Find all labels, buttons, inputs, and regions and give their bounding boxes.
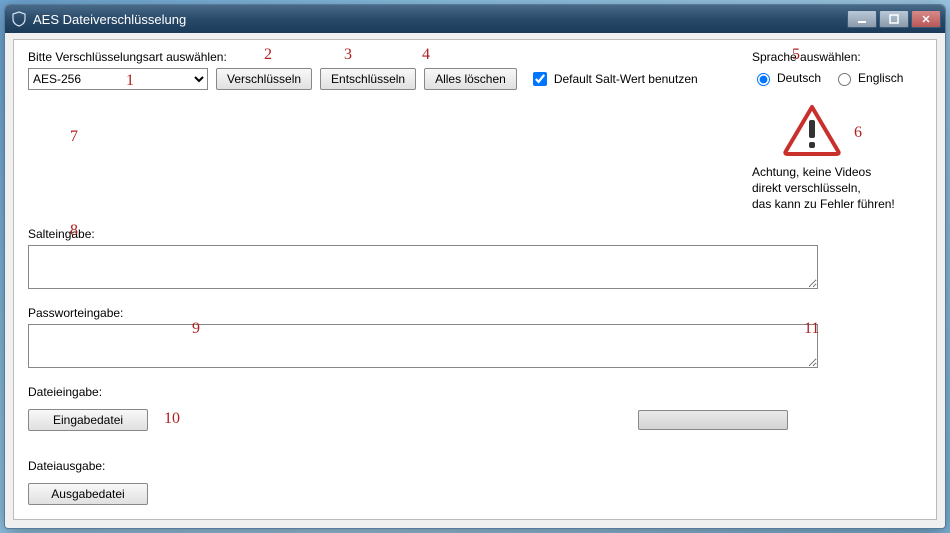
client-area: Bitte Verschlüsselungsart auswählen: AES… [13, 39, 937, 520]
lang-english-radio[interactable] [838, 73, 851, 86]
file-output-label: Dateiausgabe: [28, 459, 922, 473]
desktop-background: AES Dateiverschlüsselung Bitte Verschlüs… [0, 0, 950, 533]
decrypt-button[interactable]: Entschlüsseln [320, 68, 416, 90]
default-salt-label: Default Salt-Wert benutzen [554, 72, 698, 86]
lang-english-option[interactable]: Englisch [833, 70, 903, 86]
encryption-type-dropdown[interactable]: AES-256 [28, 68, 208, 90]
minimize-button[interactable] [847, 10, 877, 28]
app-window: AES Dateiverschlüsselung Bitte Verschlüs… [4, 4, 946, 529]
window-title: AES Dateiverschlüsselung [33, 12, 847, 27]
password-input[interactable] [28, 324, 818, 368]
file-input-label: Dateieingabe: [28, 385, 922, 399]
maximize-button[interactable] [879, 10, 909, 28]
salt-label: Salteingabe: [28, 227, 922, 241]
password-label: Passworteingabe: [28, 306, 922, 320]
lang-english-label: Englisch [858, 71, 903, 85]
titlebar[interactable]: AES Dateiverschlüsselung [5, 5, 945, 33]
lang-german-label: Deutsch [777, 71, 821, 85]
lang-german-radio[interactable] [757, 73, 770, 86]
lang-german-option[interactable]: Deutsch [752, 70, 821, 86]
default-salt-checkbox-input[interactable] [533, 72, 547, 86]
salt-input[interactable] [28, 245, 818, 289]
encrypt-button[interactable]: Verschlüsseln [216, 68, 312, 90]
encryption-type-label: Bitte Verschlüsselungsart auswählen: [28, 50, 698, 64]
default-salt-checkbox[interactable]: Default Salt-Wert benutzen [529, 69, 698, 89]
shield-icon [11, 11, 27, 27]
input-file-button[interactable]: Eingabedatei [28, 409, 148, 431]
clear-button[interactable]: Alles löschen [424, 68, 517, 90]
close-button[interactable] [911, 10, 941, 28]
language-heading: Sprache auswählen: [752, 50, 922, 64]
warning-text: Achtung, keine Videos direkt verschlüsse… [752, 164, 922, 213]
output-file-button[interactable]: Ausgabedatei [28, 483, 148, 505]
progress-bar [638, 410, 788, 430]
warning-icon [782, 104, 842, 156]
